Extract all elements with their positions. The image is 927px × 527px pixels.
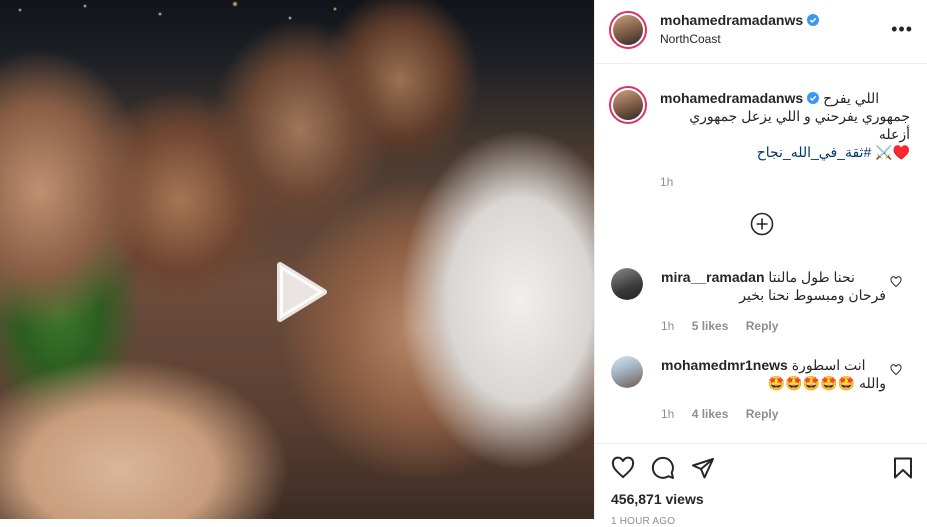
comment-icon: [651, 456, 674, 479]
author-avatar[interactable]: [609, 11, 647, 49]
heart-icon: [890, 364, 902, 376]
bookmark-icon: [894, 457, 912, 479]
comment-button[interactable]: [651, 456, 675, 480]
comment-text-2: فرحان ومبسوط نحنا بخير: [739, 287, 886, 303]
heart-icon: [611, 456, 635, 479]
caption-body: mohamedramadanws اللي يفرح جمهوري يفرحني…: [660, 89, 910, 161]
author-username[interactable]: mohamedramadanws: [660, 12, 803, 28]
comment-reply-button[interactable]: Reply: [746, 319, 779, 333]
send-icon: [692, 458, 714, 479]
caption-username[interactable]: mohamedramadanws: [660, 90, 803, 106]
caption-text-2: جمهوري يفرحني و اللي يزعل جمهوري: [689, 108, 910, 124]
comment-meta: 1h 4 likes Reply: [661, 407, 792, 421]
comment-reply-button[interactable]: Reply: [746, 407, 779, 421]
post-time-ago: 1 HOUR AGO: [611, 516, 676, 527]
comment-likes[interactable]: 5 likes: [692, 319, 729, 333]
verified-badge-icon: [807, 92, 820, 104]
comment-body: mohamedmr1news انت اسطورة والله 🤩🤩🤩🤩🤩: [661, 356, 886, 392]
view-count[interactable]: 456,871 views: [611, 491, 704, 507]
comment-text-1: نحنا طول مالنتا: [768, 269, 855, 285]
caption-hashtag[interactable]: #ثقة_في_الله_نجاح: [757, 144, 872, 160]
comment-username[interactable]: mira__ramadan: [661, 269, 765, 285]
comment-body: mira__ramadan نحنا طول مالنتا فرحان ومبس…: [661, 268, 886, 304]
caption-text-3: أزعله: [878, 126, 910, 142]
heart-icon: [890, 276, 902, 288]
background-lights: [0, 0, 594, 40]
comment-text-1: انت اسطورة: [791, 357, 866, 373]
comment-time: 1h: [661, 319, 675, 333]
comment-text-2: والله 🤩🤩🤩🤩🤩: [767, 375, 886, 391]
author-username-row: mohamedramadanws: [660, 12, 820, 28]
comment-like-button[interactable]: [890, 364, 902, 376]
more-options-icon[interactable]: •••: [891, 19, 913, 39]
comment-username[interactable]: mohamedmr1news: [661, 357, 788, 373]
caption-time: 1h: [660, 175, 674, 189]
play-button[interactable]: [262, 257, 332, 327]
play-icon: [277, 262, 327, 322]
post-location[interactable]: NorthCoast: [660, 32, 721, 46]
caption-avatar[interactable]: [609, 86, 647, 124]
like-button[interactable]: [611, 456, 635, 480]
caption-emoji: ♥️⚔️: [875, 144, 910, 160]
comment-avatar[interactable]: [611, 268, 643, 300]
share-button[interactable]: [691, 456, 715, 480]
comment-like-button[interactable]: [890, 276, 902, 288]
plus-circle-icon: [750, 212, 774, 236]
load-more-comments-button[interactable]: [750, 212, 774, 236]
comment-meta: 1h 5 likes Reply: [661, 319, 792, 333]
caption-text-1: اللي يفرح: [823, 90, 880, 106]
post-side-panel: mohamedramadanws NorthCoast ••• mohamedr…: [594, 0, 927, 527]
save-button[interactable]: [891, 456, 915, 480]
post-header: mohamedramadanws NorthCoast •••: [595, 0, 927, 64]
verified-badge-icon: [807, 14, 820, 26]
comment-time: 1h: [661, 407, 675, 421]
post-actions-bar: 456,871 views 1 HOUR AGO: [595, 443, 927, 527]
comment-likes[interactable]: 4 likes: [692, 407, 729, 421]
comment-avatar[interactable]: [611, 356, 643, 388]
post-video[interactable]: [0, 0, 594, 519]
